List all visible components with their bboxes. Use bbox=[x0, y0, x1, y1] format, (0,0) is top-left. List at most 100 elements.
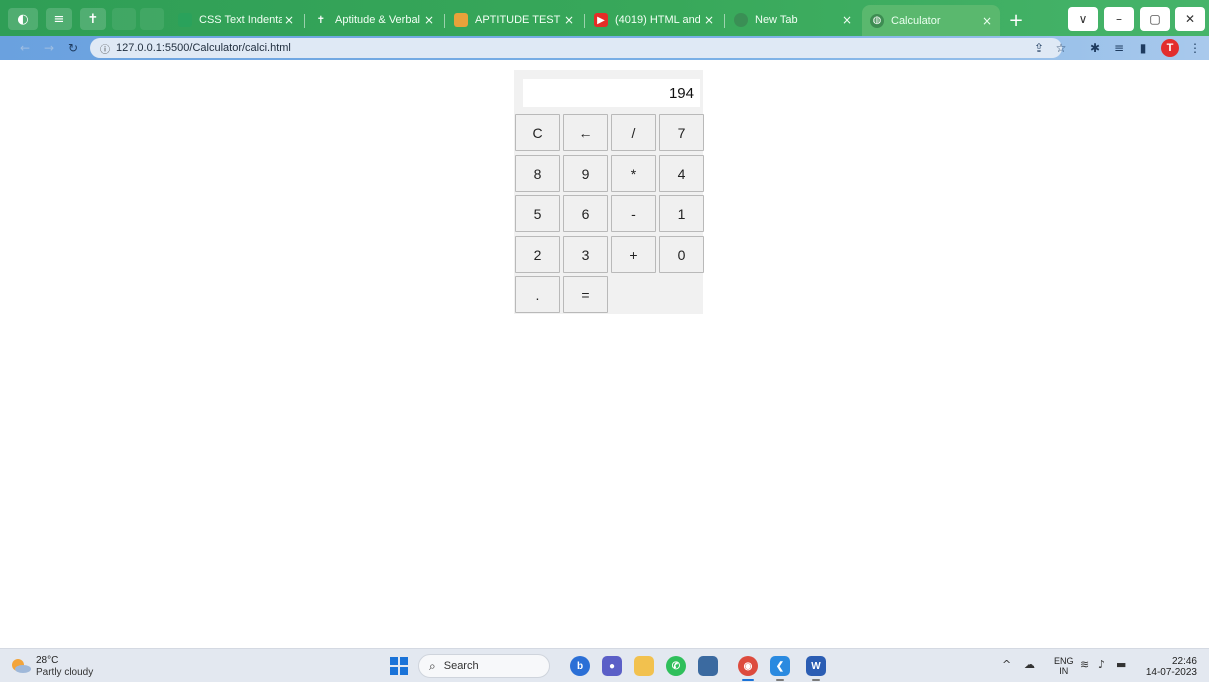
pinned-tab-github[interactable]: ◐ bbox=[8, 8, 38, 30]
word-icon[interactable]: W bbox=[806, 656, 826, 681]
meet-icon[interactable]: ● bbox=[602, 656, 622, 676]
forward-icon[interactable]: → bbox=[40, 39, 58, 57]
youtube-icon: ▶ bbox=[594, 13, 608, 27]
key-6[interactable]: 6 bbox=[563, 195, 608, 232]
key-1[interactable]: 1 bbox=[659, 195, 704, 232]
extensions-icon[interactable]: ✱ bbox=[1086, 39, 1104, 57]
close-icon[interactable]: × bbox=[282, 13, 296, 27]
address-url: 127.0.0.1:5500/Calculator/calci.html bbox=[116, 42, 291, 54]
tab-separator bbox=[444, 14, 445, 28]
key-4[interactable]: 4 bbox=[659, 155, 704, 192]
side-panel-icon[interactable]: ▮ bbox=[1134, 39, 1152, 57]
tab-title: Aptitude & Verbal Ab bbox=[335, 14, 422, 26]
close-icon[interactable]: × bbox=[980, 14, 994, 28]
tab-separator bbox=[304, 14, 305, 28]
restore-button[interactable]: ▢ bbox=[1140, 7, 1170, 31]
tab-css-text-indentation[interactable]: CSS Text Indentation × bbox=[170, 8, 302, 32]
start-button[interactable] bbox=[390, 657, 408, 675]
volume-icon[interactable]: ♪ bbox=[1098, 658, 1105, 671]
key-multiply[interactable]: * bbox=[611, 155, 656, 192]
clock-date: 14-07-2023 bbox=[1145, 667, 1197, 678]
docs-icon: ≡ bbox=[53, 11, 65, 27]
chrome-taskbar-icon[interactable]: ◉ bbox=[738, 656, 758, 681]
pinned-tab-4[interactable] bbox=[112, 8, 136, 30]
globe-icon: ◍ bbox=[870, 13, 884, 28]
battery-icon[interactable]: ▬ bbox=[1116, 658, 1126, 671]
search-placeholder: Search bbox=[443, 660, 479, 672]
profile-avatar[interactable]: T bbox=[1161, 39, 1179, 57]
partly-cloudy-icon[interactable] bbox=[10, 657, 32, 673]
windows-taskbar: 28°C Partly cloudy ⌕ Search b ● ✆ ◉ ❮ W … bbox=[0, 648, 1209, 682]
clock-time: 22:46 bbox=[1171, 656, 1197, 667]
minimize-button[interactable]: – bbox=[1104, 7, 1134, 31]
back-icon[interactable]: ← bbox=[16, 39, 34, 57]
share-icon[interactable]: ⇪ bbox=[1030, 39, 1048, 57]
close-icon[interactable]: × bbox=[840, 13, 854, 27]
key-9[interactable]: 9 bbox=[563, 155, 608, 192]
key-clear[interactable]: C bbox=[515, 114, 560, 151]
chrome-icon bbox=[734, 13, 748, 27]
close-icon[interactable]: × bbox=[562, 13, 576, 27]
tab-title: APTITUDE TEST 5-14 bbox=[475, 14, 562, 26]
key-5[interactable]: 5 bbox=[515, 195, 560, 232]
close-icon: ✕ bbox=[1184, 12, 1196, 26]
minimize-icon: – bbox=[1116, 12, 1122, 26]
browser-toolbar: ← → ↻ ⓘ 127.0.0.1:5500/Calculator/calci.… bbox=[0, 36, 1209, 60]
file-explorer-icon[interactable] bbox=[634, 656, 654, 676]
key-decimal[interactable]: . bbox=[515, 276, 560, 313]
tab-separator bbox=[584, 14, 585, 28]
whatsapp-icon[interactable]: ✆ bbox=[666, 656, 686, 676]
github-icon: ◐ bbox=[17, 11, 29, 27]
show-hidden-icons-chevron-icon[interactable]: ^ bbox=[1002, 658, 1011, 671]
tab-title: New Tab bbox=[755, 14, 798, 26]
key-backspace[interactable]: ← bbox=[563, 114, 608, 151]
info-icon[interactable]: ⓘ bbox=[100, 41, 110, 56]
reading-list-icon[interactable]: ≡ bbox=[1110, 39, 1128, 57]
w3-icon bbox=[178, 13, 192, 27]
browser-tab-strip: ◐ ≡ ✝ CSS Text Indentation × ✝ Aptitude … bbox=[0, 0, 1209, 36]
cross-icon: ✝ bbox=[87, 11, 99, 27]
reload-icon[interactable]: ↻ bbox=[64, 39, 82, 57]
language-indicator[interactable]: ENG IN bbox=[1054, 656, 1074, 676]
menu-icon[interactable]: ⋮ bbox=[1186, 39, 1204, 57]
calculator-display[interactable] bbox=[523, 79, 700, 107]
pinned-tab-5[interactable] bbox=[140, 8, 164, 30]
vscode-icon[interactable]: ❮ bbox=[770, 656, 790, 681]
bing-icon[interactable]: b bbox=[570, 656, 590, 676]
tab-separator bbox=[724, 14, 725, 28]
system-clock[interactable]: 22:46 14-07-2023 bbox=[1145, 656, 1197, 678]
key-8[interactable]: 8 bbox=[515, 155, 560, 192]
tab-aptitude-verbal[interactable]: ✝ Aptitude & Verbal Ab × bbox=[306, 8, 442, 32]
photos-icon[interactable] bbox=[698, 656, 718, 676]
new-tab-button[interactable]: + bbox=[1004, 9, 1028, 31]
weather-temperature: 28°C bbox=[36, 655, 59, 666]
key-divide[interactable]: / bbox=[611, 114, 656, 151]
key-2[interactable]: 2 bbox=[515, 236, 560, 273]
close-icon[interactable]: × bbox=[702, 13, 716, 27]
network-cloud-icon[interactable]: ☁ bbox=[1024, 658, 1035, 671]
bookmark-star-icon[interactable]: ☆ bbox=[1052, 39, 1070, 57]
pinned-tab-docs[interactable]: ≡ bbox=[46, 8, 72, 30]
pinned-tab-cross[interactable]: ✝ bbox=[80, 8, 106, 30]
taskbar-search[interactable]: ⌕ Search bbox=[418, 654, 550, 678]
close-icon[interactable]: × bbox=[422, 13, 436, 27]
key-equals[interactable]: = bbox=[563, 276, 608, 313]
chevron-down-icon: ∨ bbox=[1078, 12, 1088, 26]
restore-icon: ▢ bbox=[1149, 12, 1161, 26]
key-3[interactable]: 3 bbox=[563, 236, 608, 273]
tab-youtube-html-css[interactable]: ▶ (4019) HTML and CSS × bbox=[586, 8, 722, 32]
key-subtract[interactable]: - bbox=[611, 195, 656, 232]
tab-new-tab[interactable]: New Tab × bbox=[726, 8, 860, 32]
key-add[interactable]: + bbox=[611, 236, 656, 273]
address-bar[interactable]: ⓘ 127.0.0.1:5500/Calculator/calci.html bbox=[90, 38, 1062, 58]
tab-search-button[interactable]: ∨ bbox=[1068, 7, 1098, 31]
tab-aptitude-test[interactable]: APTITUDE TEST 5-14 × bbox=[446, 8, 582, 32]
wifi-icon[interactable]: ≋ bbox=[1080, 658, 1089, 671]
tab-calculator[interactable]: ◍ Calculator × bbox=[862, 5, 1000, 36]
calculator: C ← / 7 8 9 * 4 5 6 - 1 2 3 + 0 . = bbox=[514, 70, 704, 314]
tab-title: CSS Text Indentation bbox=[199, 14, 282, 26]
weather-description: Partly cloudy bbox=[36, 667, 94, 678]
key-7[interactable]: 7 bbox=[659, 114, 704, 151]
close-window-button[interactable]: ✕ bbox=[1175, 7, 1205, 31]
key-0[interactable]: 0 bbox=[659, 236, 704, 273]
